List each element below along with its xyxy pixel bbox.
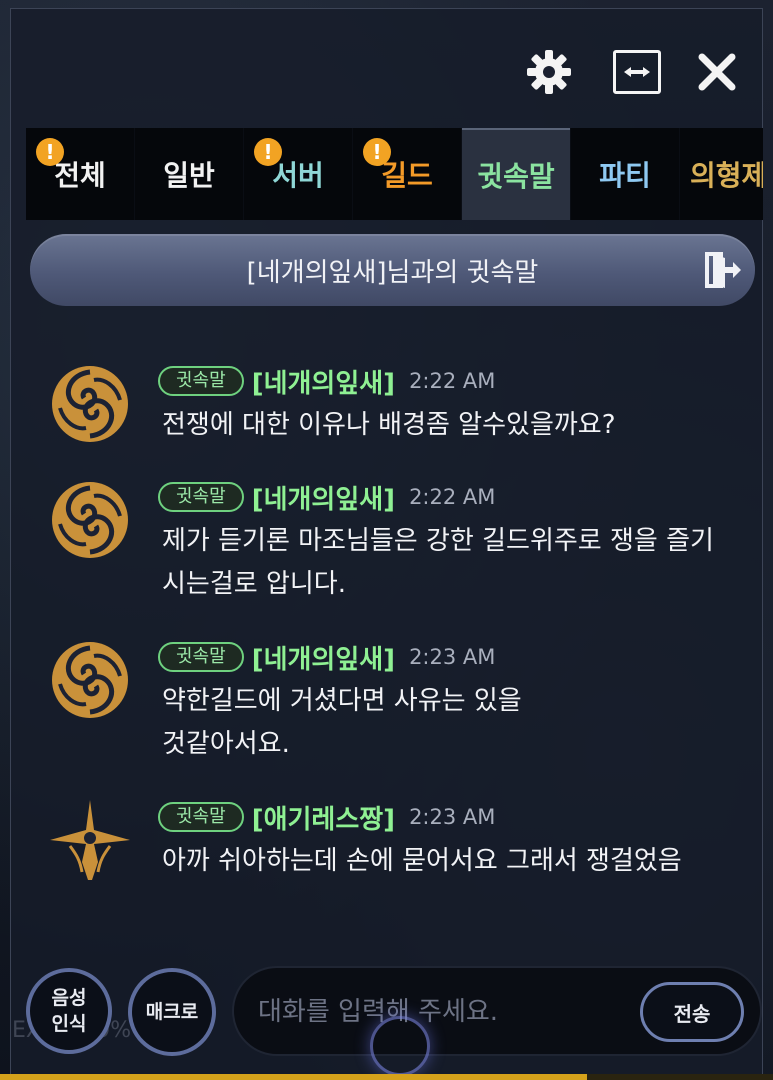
tab-label: 전체 — [54, 159, 106, 192]
tab-general[interactable]: 일반 — [135, 128, 243, 220]
swirl-emblem-icon — [50, 364, 130, 444]
timestamp: 2:22 AM — [409, 485, 496, 509]
tab-brotherhood[interactable]: 의형제 — [680, 128, 763, 220]
tab-party[interactable]: 파티 — [571, 128, 679, 220]
cross-emblem-icon — [50, 800, 130, 880]
tab-label: 길드 — [381, 159, 433, 192]
message-text: 전쟁에 대한 이유나 배경좀 알수있을까요? — [162, 410, 616, 440]
whisper-tag: 귓속말 — [158, 802, 244, 832]
chat-input[interactable] — [258, 988, 628, 1036]
whisper-tag: 귓속말 — [158, 482, 244, 512]
whisper-tag: 귓속말 — [158, 366, 244, 396]
send-label: 전송 — [673, 1001, 711, 1026]
whisper-tag: 귓속말 — [158, 642, 244, 672]
chat-tabs: ! 전체 일반 ! 서버 ! 길드 귓속말 파티 의형제 — [26, 128, 763, 220]
timestamp: 2:23 AM — [409, 645, 496, 669]
sender-name[interactable]: [애기레스짱] — [252, 799, 395, 836]
tab-label: 귓속말 — [477, 160, 555, 193]
tab-label: 의형제 — [690, 159, 763, 192]
loading-ring-icon — [370, 1016, 430, 1076]
tab-guild[interactable]: ! 길드 — [353, 128, 461, 220]
message-header: 귓속말 [네개의잎새] 2:23 AM — [158, 639, 496, 676]
swirl-emblem-icon — [50, 480, 130, 560]
sender-name[interactable]: [네개의잎새] — [252, 479, 395, 516]
alert-badge-icon: ! — [254, 138, 282, 166]
macro-label: 매크로 — [145, 1001, 199, 1023]
tab-label: 일반 — [163, 159, 215, 192]
timestamp: 2:23 AM — [409, 805, 496, 829]
tab-label: 파티 — [599, 159, 651, 192]
exp-bar — [0, 1074, 773, 1080]
sender-name[interactable]: [네개의잎새] — [252, 639, 395, 676]
timestamp: 2:22 AM — [409, 369, 496, 393]
alert-badge-icon: ! — [36, 138, 64, 166]
sender-name[interactable]: [네개의잎새] — [252, 363, 395, 400]
send-button[interactable]: 전송 — [640, 982, 744, 1042]
exp-bar-fill — [0, 1074, 587, 1080]
message-text: 제가 듣기론 마조님들은 강한 길드위주로 쟁을 즐기시는걸로 압니다. — [162, 526, 714, 599]
message-text: 아까 쉬아하는데 손에 묻어서요 그래서 쟁걸었음 — [162, 846, 682, 876]
settings-button[interactable] — [524, 47, 574, 97]
voice-input-button[interactable]: 음성 인식 — [26, 968, 112, 1054]
exit-door-icon[interactable] — [699, 248, 743, 292]
whisper-title: [네개의잎새]님과의 귓속말 — [246, 257, 539, 288]
whisper-header: [네개의잎새]님과의 귓속말 — [30, 234, 755, 306]
swirl-emblem-icon — [50, 640, 130, 720]
close-icon — [698, 53, 736, 91]
message-header: 귓속말 [네개의잎새] 2:22 AM — [158, 479, 496, 516]
tab-server[interactable]: ! 서버 — [244, 128, 352, 220]
message-header: 귓속말 [네개의잎새] 2:22 AM — [158, 363, 496, 400]
voice-input-label: 음성 인식 — [51, 987, 87, 1035]
macro-button[interactable]: 매크로 — [128, 968, 216, 1056]
close-button[interactable] — [692, 47, 742, 97]
gear-icon — [527, 50, 571, 94]
tab-all[interactable]: ! 전체 — [26, 128, 134, 220]
message-text: 약한길드에 거셨다면 사유는 있을것같아서요. — [162, 686, 522, 759]
chat-input-container: 전송 — [232, 966, 762, 1056]
resize-button[interactable] — [612, 47, 662, 97]
tab-whisper[interactable]: 귓속말 — [462, 128, 570, 220]
expand-horizontal-icon — [613, 50, 661, 94]
tab-label: 서버 — [272, 159, 324, 192]
message-header: 귓속말 [애기레스짱] 2:23 AM — [158, 799, 496, 836]
alert-badge-icon: ! — [363, 138, 391, 166]
